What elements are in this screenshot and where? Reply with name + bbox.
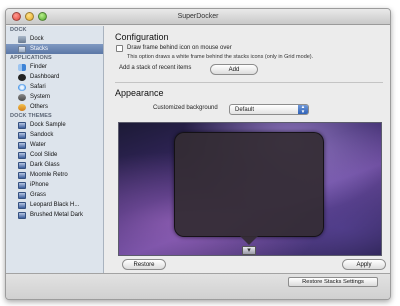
theme-icon (18, 211, 26, 219)
sidebar-item[interactable]: Others (6, 102, 103, 112)
add-stack-label: Add a stack of recent items (119, 65, 192, 71)
sidebar-item[interactable]: Dock (6, 34, 103, 44)
sidebar-item[interactable]: Grass (6, 190, 103, 200)
title-bar: SuperDocker (6, 9, 390, 25)
restore-stacks-settings-button[interactable]: Restore Stacks Settings (288, 277, 378, 287)
appearance-heading: Appearance (115, 88, 164, 98)
configuration-heading: Configuration (115, 32, 169, 42)
sidebar-item-label: Others (30, 104, 49, 110)
safari-icon (18, 83, 26, 91)
sidebar-item[interactable]: Safari (6, 82, 103, 92)
system-icon (18, 93, 26, 101)
sidebar-item-label: Leopard Black H... (30, 202, 80, 208)
sidebar-section-label: APPLICATIONS (10, 55, 52, 61)
sidebar-item-label: Water (30, 142, 46, 148)
stacks-icon (18, 45, 26, 53)
theme-icon (18, 171, 26, 179)
section-divider (115, 82, 383, 83)
sidebar-item[interactable]: iPhone (6, 180, 103, 190)
sidebar-item-label: Sandock (30, 132, 54, 138)
draw-frame-checkbox[interactable] (116, 45, 123, 52)
stack-bubble-preview (174, 132, 324, 237)
sidebar-item[interactable]: Dark Glass (6, 160, 103, 170)
dashboard-icon (18, 73, 26, 81)
app-window: SuperDocker DOCK Dock Stacks APPLICATIONS Fi… (5, 8, 391, 300)
stacks-settings-panel: Configuration Draw frame behind icon on … (105, 26, 390, 273)
dock-stack-icon: ▾ (242, 246, 256, 255)
theme-icon (18, 141, 26, 149)
add-button[interactable]: Add (210, 64, 258, 75)
sidebar-item-label: Stacks (30, 46, 49, 52)
apply-button[interactable]: Apply (342, 259, 386, 270)
sidebar-item-label: System (30, 94, 51, 100)
sidebar-item-label: Safari (30, 84, 46, 90)
sidebar-item-label: Dark Glass (30, 162, 60, 168)
theme-icon (18, 161, 26, 169)
restore-button[interactable]: Restore (122, 259, 166, 270)
theme-icon (18, 131, 26, 139)
draw-frame-label: Draw frame behind icon on mouse over (127, 45, 232, 51)
background-select-value: Default (235, 107, 255, 113)
sidebar-item-label: Grass (30, 192, 47, 198)
background-select[interactable]: Default ▲ ▼ (229, 104, 309, 115)
sidebar-section-label: DOCK THEMES (10, 113, 52, 119)
sidebar-item-label: Dock (30, 36, 44, 42)
sidebar-item[interactable]: Stacks (6, 44, 103, 54)
sidebar-item-label: Brushed Metal Dark (30, 212, 84, 218)
sidebar-item[interactable]: System (6, 92, 103, 102)
sidebar-item[interactable]: Cool Slide (6, 150, 103, 160)
sidebar: DOCK Dock Stacks APPLICATIONS Finder Dashboar… (6, 26, 104, 273)
draw-frame-note: This option draws a white frame behind t… (127, 54, 314, 60)
finder-icon (18, 63, 26, 71)
dock-icon (18, 35, 26, 43)
sidebar-item[interactable]: Finder (6, 62, 103, 72)
sidebar-item[interactable]: Brushed Metal Dark (6, 210, 103, 220)
theme-icon (18, 121, 26, 129)
sidebar-item-label: Moomle Retro (30, 172, 68, 178)
bottom-bar: Restore Stacks Settings (6, 273, 390, 299)
sidebar-item[interactable]: Sandock (6, 130, 103, 140)
sidebar-item-label: Dock Sample (30, 122, 66, 128)
stack-pointer-arrow (240, 236, 258, 245)
sidebar-item-label: Finder (30, 64, 48, 70)
background-label: Customized background (153, 105, 218, 111)
window-title: SuperDocker (177, 13, 219, 20)
stack-preview: ▾ (118, 122, 382, 256)
theme-icon (18, 181, 26, 189)
theme-icon (18, 191, 26, 199)
sidebar-item-label: iPhone (30, 182, 49, 188)
sidebar-item[interactable]: Dock Sample (6, 120, 103, 130)
theme-icon (18, 151, 26, 159)
theme-icon (18, 201, 26, 209)
sidebar-item[interactable]: Leopard Black H... (6, 200, 103, 210)
sidebar-item[interactable]: Moomle Retro (6, 170, 103, 180)
sidebar-item[interactable]: Water (6, 140, 103, 150)
others-icon (18, 103, 26, 111)
sidebar-item-label: Dashboard (30, 74, 60, 80)
sidebar-section-label: DOCK (10, 27, 27, 33)
sidebar-item-label: Cool Slide (30, 152, 58, 158)
sidebar-item[interactable]: Dashboard (6, 72, 103, 82)
select-arrows-icon: ▲ ▼ (298, 104, 308, 114)
